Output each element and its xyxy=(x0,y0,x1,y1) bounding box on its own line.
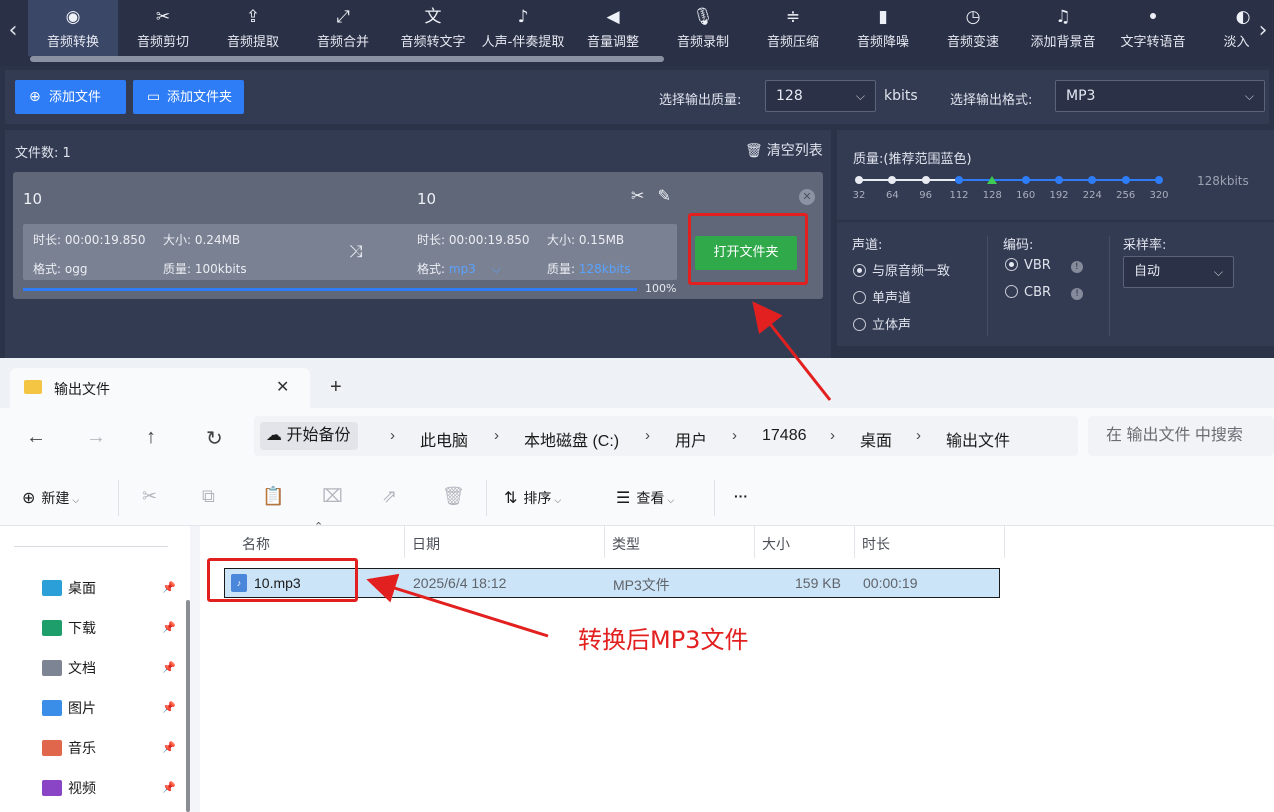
annotation-arrows xyxy=(366,301,832,638)
annotation-arrow-to-file xyxy=(366,573,549,638)
annotation-arrow-to-button xyxy=(752,301,832,401)
